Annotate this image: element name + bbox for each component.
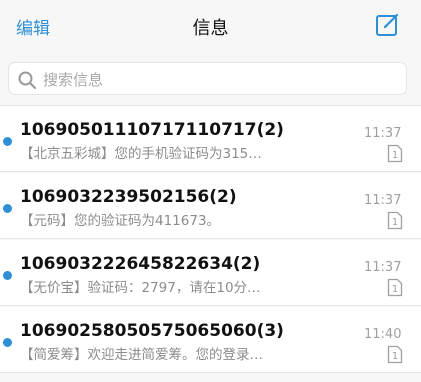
sim-number: 1: [392, 150, 398, 161]
search-placeholder: 搜索信息: [43, 71, 104, 89]
message-row[interactable]: 10690258050575065060(3) 【简爱筹】欢迎走进简爱筹。您的登…: [0, 307, 421, 373]
message-time: 11:37: [364, 126, 402, 141]
compose-icon[interactable]: [374, 12, 400, 38]
search-bar: 搜索信息: [0, 52, 421, 106]
sim-number: 1: [392, 351, 398, 362]
sim-card-icon: 1: [387, 278, 403, 297]
message-preview: 【无价宝】验证码：2797，请在10分…: [20, 280, 261, 296]
message-time: 11:37: [364, 193, 402, 208]
message-time: 11:40: [364, 327, 402, 342]
search-icon: [18, 71, 37, 90]
message-row[interactable]: 106903222645822634(2) 【无价宝】验证码：2797，请在10…: [0, 240, 421, 306]
page-title: 信息: [192, 18, 229, 39]
sim-number: 1: [392, 284, 398, 295]
message-sender: 106903222645822634(2): [20, 254, 261, 274]
message-preview: 【元码】您的验证码为411673。: [20, 213, 221, 229]
sim-number: 1: [392, 217, 398, 228]
sim-card-icon: 1: [387, 345, 403, 364]
sim-card-icon: 1: [387, 144, 403, 163]
message-row[interactable]: 1069032239502156(2) 【元码】您的验证码为411673。 11…: [0, 173, 421, 239]
message-preview: 【北京五彩城】您的手机验证码为315…: [20, 146, 262, 162]
message-sender: 1069032239502156(2): [20, 187, 237, 207]
search-input[interactable]: 搜索信息: [8, 62, 407, 95]
sim-card-icon: 1: [387, 211, 403, 230]
unread-indicator: [3, 137, 12, 146]
unread-indicator: [3, 204, 12, 213]
message-sender: 10690258050575065060(3): [20, 321, 284, 341]
message-sender: 10690501110717110717(2): [20, 120, 284, 140]
message-preview: 【简爱筹】欢迎走进简爱筹。您的登录…: [20, 347, 263, 363]
unread-indicator: [3, 271, 12, 280]
message-time: 11:37: [364, 260, 402, 275]
message-row[interactable]: 10690501110717110717(2) 【北京五彩城】您的手机验证码为3…: [0, 106, 421, 172]
unread-indicator: [3, 338, 12, 347]
navigation-bar: 编辑 信息: [0, 0, 421, 52]
